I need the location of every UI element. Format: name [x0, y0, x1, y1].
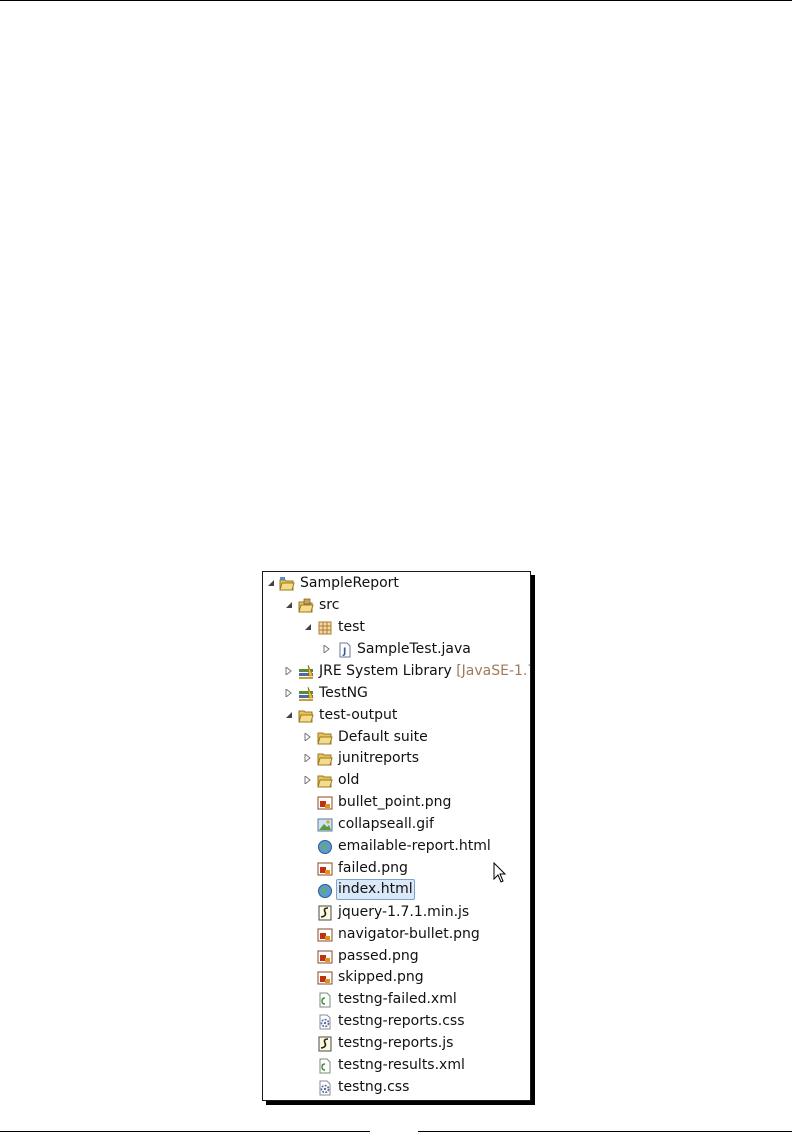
png-file-icon — [317, 861, 333, 877]
png-file-icon — [317, 949, 333, 965]
tree-label: testng-failed.xml — [338, 991, 457, 1007]
tree-node-file[interactable]: failed.png — [263, 858, 530, 879]
jre-label-text: JRE System Library — [319, 663, 452, 679]
tree-node-file[interactable]: collapseall.gif — [263, 814, 530, 835]
tree-node-junitreports[interactable]: junitreports — [263, 748, 530, 769]
collapsed-arrow-icon[interactable] — [304, 727, 314, 748]
jre-version-decoration: [JavaSE-1.7] — [456, 663, 530, 679]
tree-node-sampletest-java[interactable]: J SampleTest.java — [263, 639, 530, 660]
tree-node-file[interactable]: navigator-bullet.png — [263, 924, 530, 945]
tree-label: JRE System Library [JavaSE-1.7] — [319, 661, 530, 682]
tree-label: testng-reports.css — [338, 1013, 465, 1029]
tree-label: Default suite — [338, 729, 428, 745]
tree-label: index.html — [336, 879, 415, 900]
tree-node-file[interactable]: emailable-report.html — [263, 836, 530, 857]
tree-label: TestNG — [319, 685, 368, 701]
js-file-icon — [317, 905, 333, 921]
tree-label: navigator-bullet.png — [338, 926, 480, 942]
source-folder-icon — [298, 598, 314, 614]
tree-label: src — [319, 597, 340, 613]
tree-label: emailable-report.html — [338, 838, 491, 854]
css-file-icon — [317, 1014, 333, 1030]
expanded-arrow-icon[interactable] — [285, 705, 295, 726]
tree-label: failed.png — [338, 860, 408, 876]
tree-node-old[interactable]: old — [263, 770, 530, 791]
tree-label: old — [338, 772, 360, 788]
tree-node-test-package[interactable]: test — [263, 617, 530, 638]
tree-label: bullet_point.png — [338, 794, 452, 810]
png-file-icon — [317, 970, 333, 986]
expanded-arrow-icon[interactable] — [267, 573, 277, 594]
css-file-icon — [317, 1080, 333, 1096]
library-icon — [298, 664, 314, 680]
folder-open-icon — [298, 708, 314, 724]
png-file-icon — [317, 927, 333, 943]
library-icon — [298, 686, 314, 702]
folder-icon — [317, 730, 333, 746]
tree-node-file[interactable]: testng-reports.css — [263, 1011, 530, 1032]
java-file-icon: J — [337, 642, 353, 658]
tree-node-default-suite[interactable]: Default suite — [263, 727, 530, 748]
page-top-rule — [0, 0, 792, 1]
package-icon — [317, 620, 333, 636]
tree-label: testng-results.xml — [338, 1057, 465, 1073]
tree-node-file[interactable]: skipped.png — [263, 967, 530, 988]
gif-file-icon — [317, 817, 333, 833]
tree-label: passed.png — [338, 948, 419, 964]
tree-label: SampleTest.java — [357, 641, 471, 657]
tree-label: test-output — [319, 707, 398, 723]
tree-label: skipped.png — [338, 969, 424, 985]
tree-node-file-selected[interactable]: index.html — [263, 879, 530, 901]
collapsed-arrow-icon[interactable] — [285, 683, 295, 704]
tree-label: jquery-1.7.1.min.js — [338, 904, 470, 920]
tree-node-samplereport[interactable]: SampleReport — [263, 573, 530, 594]
package-explorer-tree[interactable]: SampleReport src test J SampleTest.java — [262, 571, 531, 1101]
tree-label: test — [338, 619, 365, 635]
collapsed-arrow-icon[interactable] — [323, 639, 333, 660]
tree-node-file[interactable]: bullet_point.png — [263, 792, 530, 813]
tree-node-src[interactable]: src — [263, 595, 530, 616]
xml-file-icon — [317, 992, 333, 1008]
tree-label: testng.css — [338, 1079, 410, 1095]
html-file-icon — [317, 883, 333, 899]
mouse-pointer-icon — [493, 861, 507, 888]
tree-label: junitreports — [338, 750, 420, 766]
js-file-icon — [317, 1036, 333, 1052]
html-file-icon — [317, 839, 333, 855]
expanded-arrow-icon[interactable] — [304, 617, 314, 638]
tree-node-file[interactable]: testng-reports.js — [263, 1033, 530, 1054]
tree-label: SampleReport — [300, 575, 399, 591]
project-folder-icon — [279, 576, 295, 592]
collapsed-arrow-icon[interactable] — [304, 770, 314, 791]
tree-node-jre-system-library[interactable]: JRE System Library [JavaSE-1.7] — [263, 661, 530, 682]
tree-node-file[interactable]: testng-results.xml — [263, 1055, 530, 1076]
expanded-arrow-icon[interactable] — [285, 595, 295, 616]
tree-node-testng-library[interactable]: TestNG — [263, 683, 530, 704]
tree-node-test-output[interactable]: test-output — [263, 705, 530, 726]
tree-node-file[interactable]: jquery-1.7.1.min.js — [263, 902, 530, 923]
png-file-icon — [317, 795, 333, 811]
tree-node-file[interactable]: testng-failed.xml — [263, 989, 530, 1010]
xml-file-icon — [317, 1058, 333, 1074]
page-bottom-rule-right — [418, 1131, 792, 1132]
tree-label: testng-reports.js — [338, 1035, 454, 1051]
tree-label: collapseall.gif — [338, 816, 434, 832]
tree-node-file[interactable]: passed.png — [263, 946, 530, 967]
folder-icon — [317, 773, 333, 789]
folder-icon — [317, 751, 333, 767]
collapsed-arrow-icon[interactable] — [285, 661, 295, 682]
svg-text:J: J — [342, 647, 346, 657]
page-bottom-rule-left — [0, 1131, 370, 1132]
collapsed-arrow-icon[interactable] — [304, 748, 314, 769]
tree-node-file[interactable]: testng.css — [263, 1077, 530, 1098]
